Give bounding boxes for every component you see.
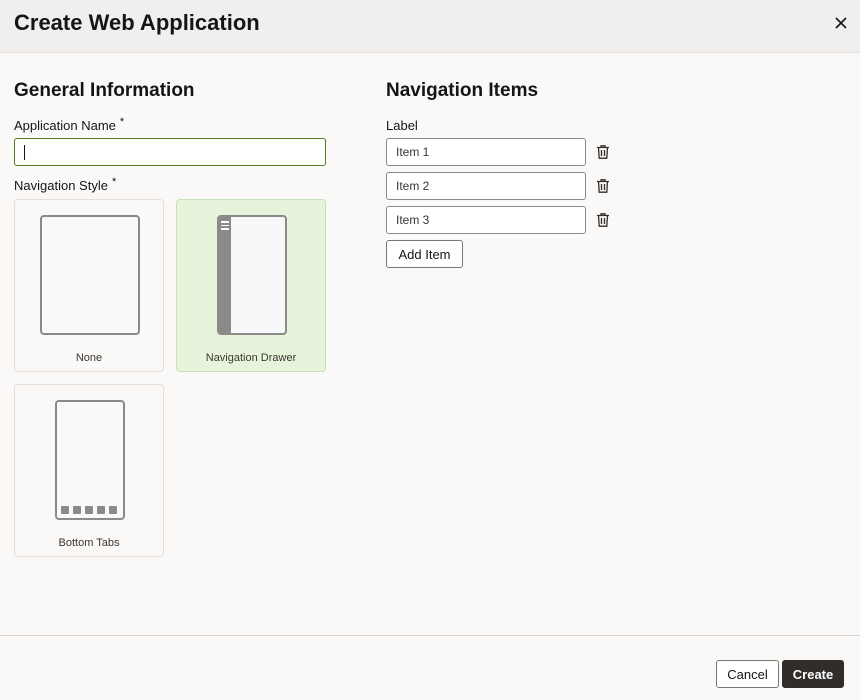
- phone-bottom-tabs-icon: [55, 400, 125, 520]
- close-button[interactable]: [830, 12, 852, 34]
- text-caret: [24, 145, 25, 160]
- phone-none-icon: [40, 215, 140, 335]
- nav-style-drawer-label: Navigation Drawer: [205, 352, 297, 364]
- nav-style-bottom-tabs-label: Bottom Tabs: [58, 537, 120, 549]
- nav-style-bottom-tabs-tile[interactable]: Bottom Tabs: [14, 384, 164, 557]
- general-information-title: General Information: [14, 80, 195, 101]
- create-button[interactable]: Create: [782, 660, 844, 688]
- trash-icon[interactable]: [595, 178, 611, 194]
- label-column-header: Label: [386, 118, 418, 133]
- cancel-button[interactable]: Cancel: [716, 660, 779, 688]
- close-icon: [835, 17, 847, 29]
- dialog-title: Create Web Application: [14, 10, 260, 35]
- hamburger-icon: [221, 221, 229, 230]
- navigation-style-label: Navigation Style *: [14, 176, 117, 193]
- nav-item-2-input[interactable]: [386, 172, 586, 200]
- nav-style-none-label: None: [75, 352, 103, 364]
- nav-item-1-input[interactable]: [386, 138, 586, 166]
- required-marker: *: [111, 176, 117, 188]
- nav-style-drawer-tile[interactable]: Navigation Drawer: [176, 199, 326, 372]
- add-item-button[interactable]: Add Item: [386, 240, 463, 268]
- application-name-label: Application Name *: [14, 116, 125, 133]
- trash-icon[interactable]: [595, 212, 611, 228]
- nav-item-3-input[interactable]: [386, 206, 586, 234]
- phone-drawer-icon: [217, 215, 287, 335]
- dialog-header: Create Web Application: [0, 0, 860, 53]
- navigation-items-title: Navigation Items: [386, 80, 539, 101]
- drawer-panel: [219, 217, 231, 333]
- footer-divider: [0, 635, 860, 636]
- trash-icon[interactable]: [595, 144, 611, 160]
- required-marker: *: [119, 116, 125, 128]
- bottom-tab-dots: [61, 506, 117, 514]
- nav-style-none-tile[interactable]: None: [14, 199, 164, 372]
- application-name-input[interactable]: [14, 138, 326, 166]
